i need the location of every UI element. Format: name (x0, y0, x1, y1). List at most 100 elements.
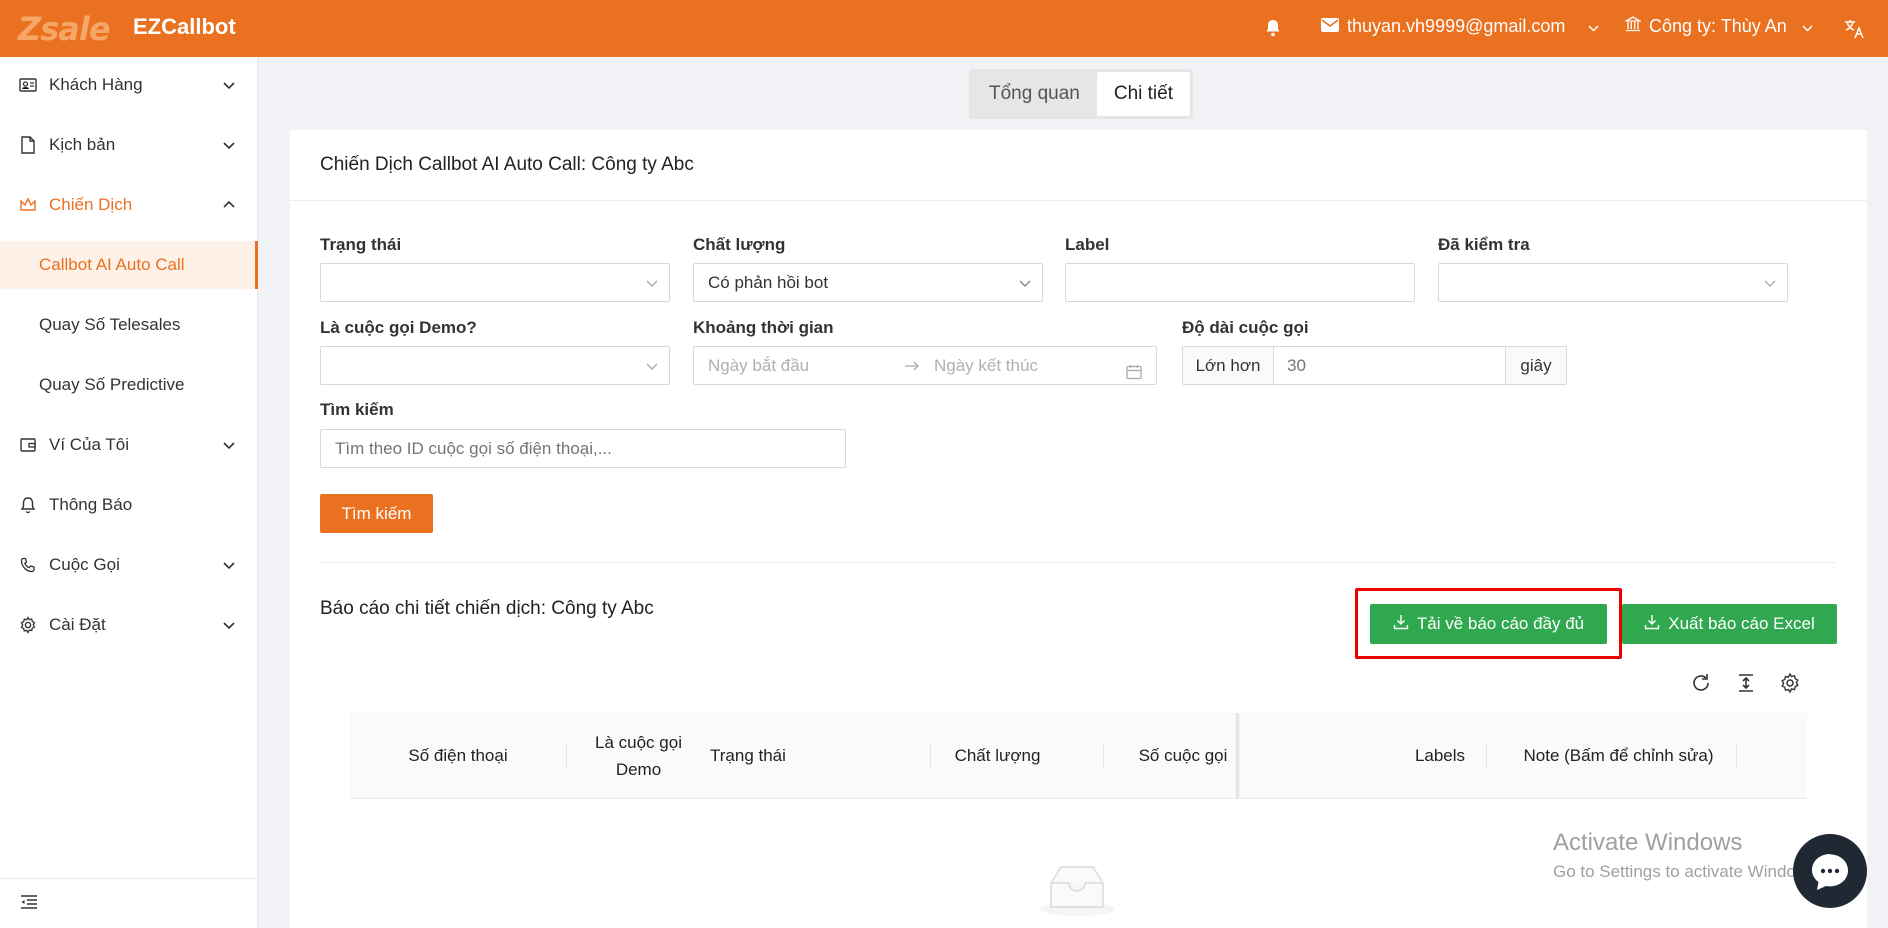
column-header-quality[interactable]: Chất lượng (940, 713, 1055, 799)
chevron-down-icon (223, 562, 235, 570)
column-header-phone[interactable]: Số điện thoại (350, 713, 566, 799)
column-separator (1486, 743, 1487, 769)
column-header-call-count[interactable]: Số cuộc gọi (1113, 713, 1253, 799)
column-header-status[interactable]: Trạng thái (710, 713, 910, 799)
download-full-report-button[interactable]: Tải về báo cáo đầy đủ (1370, 604, 1607, 644)
time-range-label: Khoảng thời gian (693, 318, 834, 337)
sidebar-item-vi-cua-toi[interactable]: Ví Của Tôi (0, 421, 258, 469)
label-input[interactable] (1065, 263, 1415, 302)
download-icon (1644, 614, 1660, 635)
sidebar-item-quay-so-predictive[interactable]: Quay Số Predictive (0, 361, 258, 409)
column-header-note[interactable]: Note (Bấm để chỉnh sửa) (1496, 713, 1741, 799)
column-separator (1103, 743, 1104, 769)
sidebar-item-label: Cuộc Gọi (49, 555, 120, 574)
demo-select[interactable] (320, 346, 670, 385)
chat-icon (1812, 854, 1848, 890)
page-title: Chiến Dịch Callbot AI Auto Call: Công ty… (320, 154, 694, 175)
column-separator (930, 743, 931, 769)
sidebar-item-label: Callbot AI Auto Call (39, 255, 185, 274)
sidebar-item-cai-dat[interactable]: Cài Đặt (0, 601, 258, 649)
user-menu[interactable]: thuyan.vh9999@gmail.com (1321, 16, 1565, 37)
quality-filter-label: Chất lượng (693, 235, 786, 254)
table-header: Số điện thoại Là cuộc gọi Demo Trạng thá… (350, 713, 1807, 799)
column-separator (566, 743, 567, 769)
status-filter-label: Trạng thái (320, 235, 402, 254)
sidebar-item-callbot-ai-auto-call[interactable]: Callbot AI Auto Call (0, 241, 258, 289)
chevron-down-icon (1764, 280, 1776, 287)
empty-inbox-icon (1039, 866, 1115, 916)
sidebar-item-label: Cài Đặt (49, 615, 106, 634)
logo[interactable]: Zsale (18, 10, 111, 48)
sidebar-item-label: Chiến Dịch (49, 195, 133, 214)
menu-fold-icon[interactable] (20, 894, 38, 913)
status-select[interactable] (320, 263, 670, 302)
checked-select[interactable] (1438, 263, 1788, 302)
chevron-down-icon (223, 622, 235, 630)
divider (320, 562, 1836, 563)
sidebar-item-label: Kịch bản (49, 135, 116, 154)
download-full-label: Tải về báo cáo đầy đủ (1416, 614, 1585, 633)
calendar-icon (1126, 356, 1142, 393)
duration-input-group: Lớn hơn giây (1182, 346, 1567, 385)
chevron-down-icon (223, 442, 235, 450)
company-name: Công ty: Thùy An (1649, 16, 1787, 36)
column-separator (1736, 743, 1737, 769)
chevron-down-icon (223, 142, 235, 150)
chevron-down-icon[interactable] (1587, 22, 1600, 38)
search-input[interactable] (320, 429, 846, 468)
arrow-right-icon (904, 348, 920, 385)
tab-tong-quan[interactable]: Tổng quan (972, 72, 1097, 116)
download-icon (1393, 614, 1409, 635)
chat-button[interactable] (1793, 834, 1867, 908)
gear-icon (19, 616, 37, 634)
sidebar: Khách Hàng Kịch bản Chiến Dịch Callbot A… (0, 57, 258, 928)
chevron-down-icon (646, 363, 658, 370)
sidebar-item-chien-dich[interactable]: Chiến Dịch (0, 181, 258, 229)
campaign-detail-card: Chiến Dịch Callbot AI Auto Call: Công ty… (290, 130, 1867, 928)
date-range-picker[interactable]: Ngày bắt đầu Ngày kết thúc (693, 346, 1157, 385)
quality-select[interactable]: Có phản hồi bot (693, 263, 1043, 302)
bell-icon (19, 496, 37, 514)
tab-chi-tiet[interactable]: Chi tiết (1096, 72, 1190, 116)
sidebar-item-label: Ví Của Tôi (49, 435, 130, 454)
chevron-up-icon (223, 200, 235, 208)
quality-select-value: Có phản hồi bot (708, 273, 829, 292)
chevron-down-icon (1019, 280, 1031, 287)
activate-windows-subtitle: Go to Settings to activate Windows. (1553, 862, 1822, 881)
sidebar-item-kich-ban[interactable]: Kịch bản (0, 121, 258, 169)
column-height-icon[interactable] (1735, 672, 1757, 694)
user-email: thuyan.vh9999@gmail.com (1347, 16, 1566, 36)
sidebar-item-quay-so-telesales[interactable]: Quay Số Telesales (0, 301, 258, 349)
file-icon (19, 136, 37, 154)
wallet-icon (19, 436, 37, 454)
sidebar-footer (0, 878, 258, 928)
export-excel-button[interactable]: Xuất báo cáo Excel (1622, 604, 1837, 644)
company-menu[interactable]: Công ty: Thùy An (1623, 16, 1787, 37)
end-date-input[interactable]: Ngày kết thúc (934, 347, 1038, 384)
fixed-column-shadow (1236, 713, 1240, 799)
search-label: Tìm kiếm (320, 400, 394, 419)
translate-icon[interactable] (1843, 18, 1865, 43)
duration-input[interactable] (1275, 347, 1505, 384)
duration-prefix: Lớn hơn (1183, 347, 1274, 384)
sidebar-item-cuoc-goi[interactable]: Cuộc Gọi (0, 541, 258, 589)
sidebar-item-khach-hang[interactable]: Khách Hàng (0, 61, 258, 109)
setting-icon[interactable] (1779, 672, 1801, 694)
start-date-input[interactable]: Ngày bắt đầu (708, 356, 809, 375)
view-tabs: Tổng quan Chi tiết (969, 69, 1193, 119)
export-excel-label: Xuất báo cáo Excel (1668, 614, 1815, 633)
search-button[interactable]: Tìm kiếm (320, 494, 433, 533)
bell-icon[interactable] (1265, 19, 1281, 40)
chevron-down-icon (223, 82, 235, 90)
activate-windows-title: Activate Windows (1553, 829, 1743, 856)
chevron-down-icon[interactable] (1801, 22, 1814, 38)
top-header: Zsale EZCallbot thuyan.vh9999@gmail.com … (0, 0, 1888, 57)
sidebar-item-label: Khách Hàng (49, 75, 143, 94)
sidebar-item-label: Quay Số Telesales (39, 315, 181, 334)
column-header-demo[interactable]: Là cuộc gọi Demo (576, 713, 701, 799)
reload-icon[interactable] (1690, 672, 1712, 694)
sidebar-item-thong-bao[interactable]: Thông Báo (0, 481, 258, 529)
duration-label: Độ dài cuộc gọi (1182, 318, 1309, 337)
bank-icon (1623, 16, 1643, 37)
logo-text: Zsale (18, 10, 111, 48)
